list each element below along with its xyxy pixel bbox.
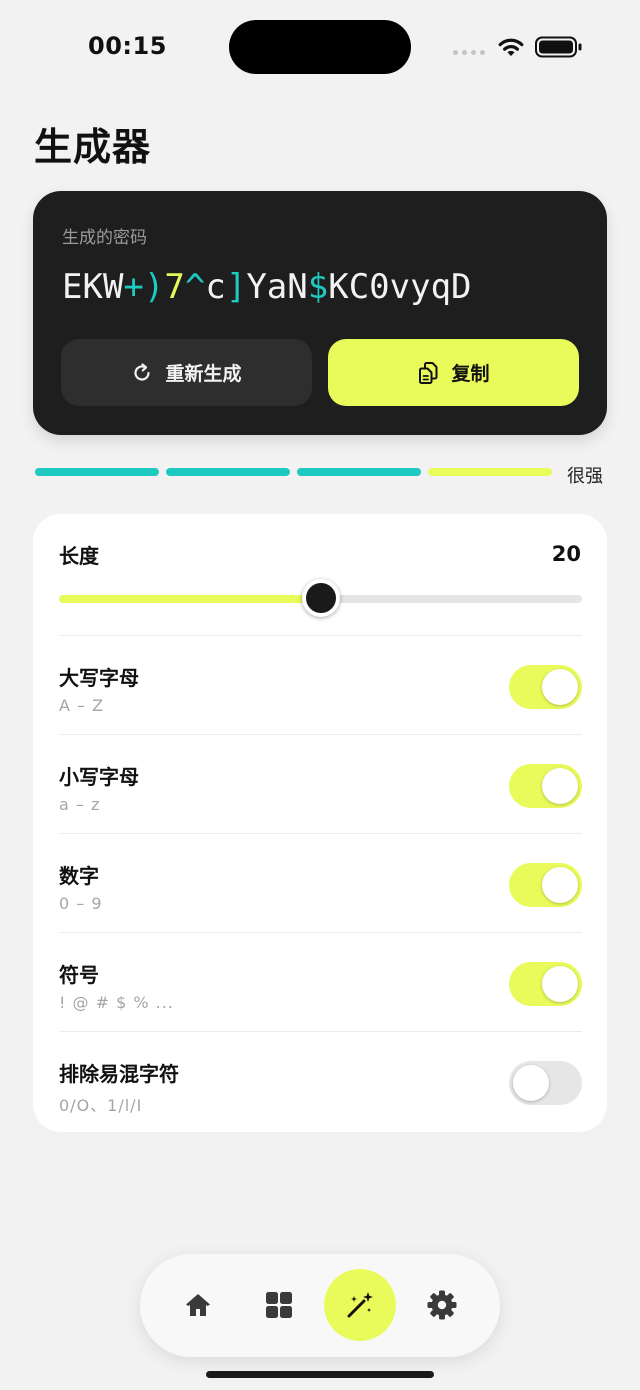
- generated-password[interactable]: EKW+)7^c]YaN$KC0vyqD: [62, 267, 472, 307]
- wifi-icon: [498, 38, 524, 56]
- option-row-exclude-ambiguous: 排除易混字符 0/O、1/l/I: [59, 1031, 582, 1130]
- gear-icon: [427, 1290, 457, 1320]
- option-row-lowercase: 小写字母 a – z: [59, 734, 582, 833]
- option-row-numbers: 数字 0 – 9: [59, 833, 582, 932]
- toggle-knob: [542, 768, 578, 804]
- option-subtitle: a – z: [59, 795, 101, 814]
- copy-label: 复制: [451, 363, 490, 385]
- tab-generator[interactable]: [324, 1269, 396, 1341]
- regenerate-label: 重新生成: [165, 363, 242, 385]
- slider-fill: [59, 595, 321, 603]
- status-bar: 00:15: [0, 0, 640, 96]
- battery-icon: [535, 36, 582, 58]
- strength-segment: [428, 468, 552, 476]
- strength-segment: [166, 468, 290, 476]
- toggle-knob: [542, 966, 578, 1002]
- tab-bar: [140, 1254, 500, 1357]
- length-label: 长度: [59, 544, 99, 568]
- strength-segment: [297, 468, 421, 476]
- tab-settings[interactable]: [411, 1274, 473, 1336]
- dynamic-island: [229, 20, 411, 74]
- exclude-ambiguous-toggle[interactable]: [509, 1061, 582, 1105]
- password-segment-letter: c: [205, 267, 226, 307]
- password-segment-symbol: $: [307, 267, 329, 307]
- grid-icon: [266, 1292, 292, 1318]
- copy-icon: [419, 361, 438, 384]
- length-slider[interactable]: [59, 579, 582, 617]
- option-subtitle: ! @ # $ % ...: [59, 993, 174, 1012]
- cellular-signal-icon: [453, 50, 485, 55]
- lowercase-toggle[interactable]: [509, 764, 582, 808]
- toggle-knob: [542, 867, 578, 903]
- length-value: 20: [551, 542, 581, 566]
- strength-label: 很强: [567, 466, 603, 487]
- regenerate-button[interactable]: 重新生成: [61, 339, 312, 406]
- option-title: 符号: [59, 963, 99, 987]
- home-indicator: [206, 1371, 434, 1378]
- settings-card: 长度 20 大写字母 A – Z 小写字母 a – z 数字 0 – 9 符号 …: [33, 514, 607, 1132]
- slider-thumb[interactable]: [301, 579, 340, 617]
- password-segment-symbol: ]: [225, 267, 247, 307]
- status-time: 00:15: [88, 32, 167, 60]
- uppercase-toggle[interactable]: [509, 665, 582, 709]
- tab-vault[interactable]: [248, 1274, 310, 1336]
- generator-screen: 00:15 生成器 生成的密码 EKW+)7^c]YaN$KC0vyqD 重新生…: [0, 0, 640, 1390]
- tab-home[interactable]: [167, 1274, 229, 1336]
- option-subtitle: 0 – 9: [59, 894, 103, 913]
- option-row-symbols: 符号 ! @ # $ % ...: [59, 932, 582, 1031]
- option-title: 小写字母: [59, 765, 139, 789]
- password-segment-letter: KC0vyqD: [328, 267, 472, 307]
- symbols-toggle[interactable]: [509, 962, 582, 1006]
- page-title: 生成器: [34, 125, 152, 169]
- password-segment-symbol: ^: [184, 267, 206, 307]
- option-row-uppercase: 大写字母 A – Z: [59, 635, 582, 734]
- password-segment-letter: YaN: [246, 267, 308, 307]
- refresh-icon: [134, 362, 151, 381]
- toggle-knob: [513, 1065, 549, 1101]
- strength-meter: 很强: [35, 466, 605, 487]
- home-icon: [186, 1294, 210, 1316]
- password-caption: 生成的密码: [62, 228, 147, 248]
- strength-segment: [35, 468, 159, 476]
- toggle-knob: [542, 669, 578, 705]
- option-title: 排除易混字符: [59, 1062, 179, 1086]
- magic-wand-icon: [347, 1292, 373, 1318]
- password-card: 生成的密码 EKW+)7^c]YaN$KC0vyqD 重新生成 复制: [33, 191, 607, 435]
- numbers-toggle[interactable]: [509, 863, 582, 907]
- password-segment-symbol: +): [123, 267, 165, 307]
- option-subtitle: A – Z: [59, 696, 105, 715]
- option-title: 大写字母: [59, 666, 139, 690]
- copy-button[interactable]: 复制: [328, 339, 579, 406]
- option-title: 数字: [59, 864, 99, 888]
- password-segment-number: 7: [164, 267, 185, 307]
- option-subtitle: 0/O、1/l/I: [59, 1096, 143, 1115]
- password-segment-letter: EKW: [62, 267, 124, 307]
